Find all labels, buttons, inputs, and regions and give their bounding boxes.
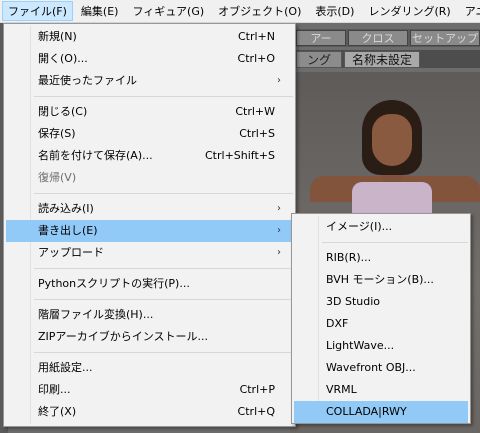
menu-separator (34, 268, 293, 269)
export-item-bvh[interactable]: BVH モーション(B)... (294, 269, 468, 291)
menu-item-save[interactable]: 保存(S) Ctrl+S (6, 123, 293, 145)
menu-separator (34, 352, 293, 353)
shortcut-label: Ctrl+S (239, 127, 275, 140)
menu-item-page-setup[interactable]: 用紙設定... (6, 357, 293, 379)
shortcut-label: Ctrl+W (235, 105, 275, 118)
menu-item-exit[interactable]: 終了(X) Ctrl+Q (6, 401, 293, 423)
export-submenu: イメージ(I)... RIB(R)... BVH モーション(B)... 3D … (291, 213, 471, 424)
shortcut-label: Ctrl+O (237, 52, 275, 65)
menu-display[interactable]: 表示(D) (309, 1, 360, 21)
tab-untitled[interactable]: 名称未設定 (344, 51, 420, 68)
export-item-3dstudio[interactable]: 3D Studio (294, 291, 468, 313)
toolbar-button-partial[interactable]: アー (296, 30, 346, 46)
export-item-vrml[interactable]: VRML (294, 379, 468, 401)
menu-item-revert: 復帰(V) (38, 171, 77, 184)
menu-bar: ファイル(F) 編集(E) フィギュア(G) オブジェクト(O) 表示(D) レ… (0, 0, 480, 23)
menu-item-convert-hierarchy[interactable]: 階層ファイル変換(H)... (6, 304, 293, 326)
menu-separator (34, 193, 293, 194)
menu-item-run-python[interactable]: Pythonスクリプトの実行(P)... (6, 273, 293, 295)
shortcut-label: Ctrl+N (237, 30, 275, 43)
menu-edit[interactable]: 編集(E) (75, 1, 125, 21)
menu-item-install-zip[interactable]: ZIPアーカイブからインストール... (6, 326, 293, 348)
export-item-dxf[interactable]: DXF (294, 313, 468, 335)
menu-item-print[interactable]: 印刷... Ctrl+P (6, 379, 293, 401)
shortcut-label: Ctrl+Q (237, 405, 275, 418)
figure-face (372, 114, 412, 166)
menu-item-save-as[interactable]: 名前を付けて保存(A)... Ctrl+Shift+S (6, 145, 293, 167)
menu-file[interactable]: ファイル(F) (2, 1, 73, 21)
menu-item-open[interactable]: 開く(O)... Ctrl+O (6, 48, 293, 70)
menu-item-recent[interactable]: 最近使ったファイル › (6, 70, 293, 92)
menu-figure[interactable]: フィギュア(G) (126, 1, 210, 21)
chevron-right-icon: › (277, 225, 281, 236)
export-item-collada[interactable]: COLLADA|RWY (294, 401, 468, 423)
tab-rendering[interactable]: ング (296, 51, 342, 68)
export-item-wavefront-obj[interactable]: Wavefront OBJ... (294, 357, 468, 379)
chevron-right-icon: › (277, 247, 281, 258)
menu-object[interactable]: オブジェクト(O) (212, 1, 307, 21)
menu-item-import[interactable]: 読み込み(I) › (6, 198, 293, 220)
menu-item-export[interactable]: 書き出し(E) › (6, 220, 293, 242)
menu-separator (34, 299, 293, 300)
export-item-rib[interactable]: RIB(R)... (294, 247, 468, 269)
menu-item-close[interactable]: 閉じる(C) Ctrl+W (6, 101, 293, 123)
menu-item-upload[interactable]: アップロード › (6, 242, 293, 264)
toolbar-button-cloth[interactable]: クロス (348, 30, 408, 46)
menu-render[interactable]: レンダリング(R) (362, 1, 456, 21)
menu-separator (322, 242, 468, 243)
menu-item-new[interactable]: 新規(N) Ctrl+N (6, 26, 293, 48)
menu-separator (34, 96, 293, 97)
shortcut-label: Ctrl+Shift+S (205, 149, 275, 162)
file-menu: 新規(N) Ctrl+N 開く(O)... Ctrl+O 最近使ったファイル › 閉じ… (3, 23, 296, 427)
shortcut-label: Ctrl+P (239, 383, 275, 396)
chevron-right-icon: › (277, 75, 281, 86)
chevron-right-icon: › (277, 203, 281, 214)
export-item-image[interactable]: イメージ(I)... (294, 216, 468, 238)
menu-animation[interactable]: アニメーション(A (459, 1, 480, 21)
export-item-lightwave[interactable]: LightWave... (294, 335, 468, 357)
toolbar-button-setup[interactable]: セットアップ (410, 30, 480, 46)
